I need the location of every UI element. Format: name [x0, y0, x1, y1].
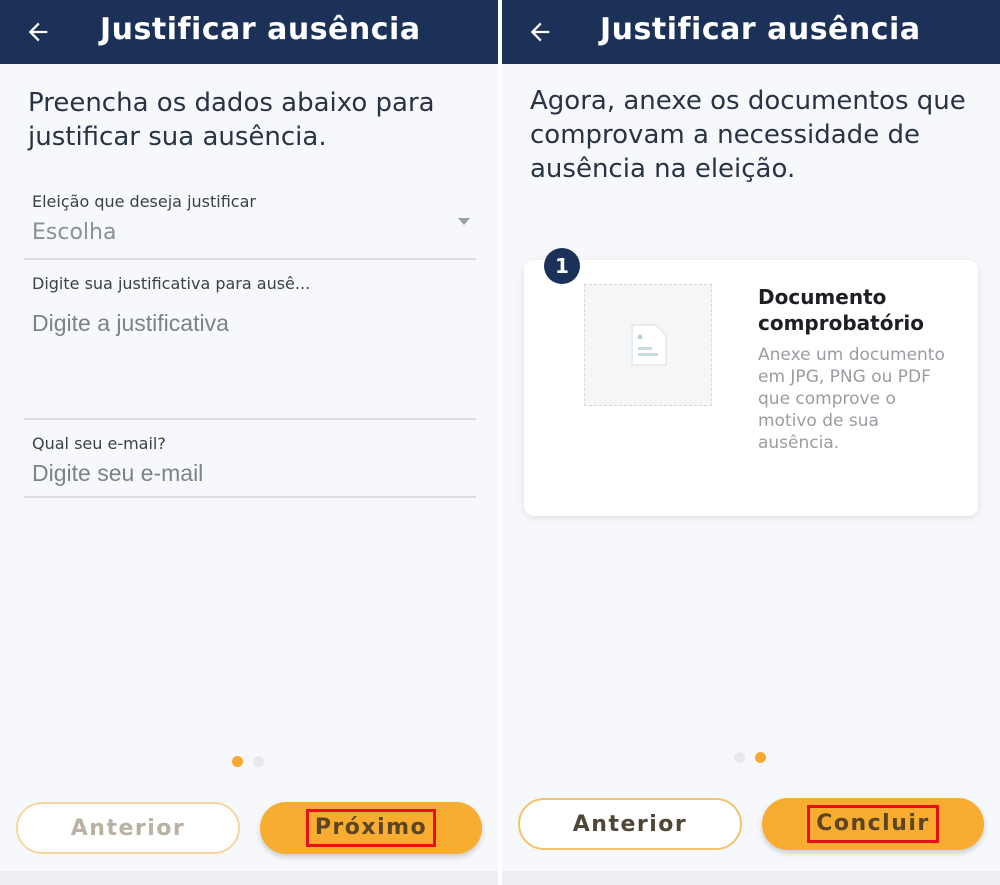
app-bar: Justificar ausência: [0, 0, 498, 64]
back-arrow-icon[interactable]: [526, 18, 554, 46]
page-dot-1: [232, 756, 243, 767]
intro-text: Agora, anexe os documentos que comprovam…: [530, 86, 966, 184]
previous-button[interactable]: Anterior: [518, 798, 742, 850]
document-card: Documento comprobatório Anexe um documen…: [524, 260, 978, 516]
justification-label: Digite sua justificativa para ausê...: [32, 274, 311, 293]
page-dot-2: [253, 756, 264, 767]
step-number-badge: 1: [544, 248, 580, 284]
page-title: Justificar ausência: [100, 12, 421, 47]
back-arrow-icon[interactable]: [24, 18, 52, 46]
document-upload-area[interactable]: [584, 284, 712, 406]
election-select[interactable]: Eleição que deseja justificar Escolha: [24, 186, 476, 260]
election-value: Escolha: [32, 220, 117, 245]
document-title: Documento comprobatório: [758, 285, 924, 335]
pagination-dots: [232, 756, 264, 767]
screen-step-2: Justificar ausência Agora, anexe os docu…: [502, 0, 1000, 885]
document-description: Anexe um documento em JPG, PNG ou PDF qu…: [758, 345, 945, 453]
intro-text: Preencha os dados abaixo para justificar…: [28, 88, 435, 152]
app-bar: Justificar ausência: [502, 0, 1000, 64]
justification-input[interactable]: [32, 308, 452, 338]
email-input[interactable]: [32, 458, 452, 488]
dropdown-caret-icon: [458, 218, 470, 225]
previous-button-label: Anterior: [70, 815, 186, 841]
previous-button-label: Anterior: [572, 811, 688, 837]
next-button-label: Próximo: [305, 809, 437, 847]
document-icon: [631, 324, 667, 366]
election-label: Eleição que deseja justificar: [32, 192, 256, 211]
page-title: Justificar ausência: [600, 12, 921, 47]
finish-button[interactable]: Concluir: [762, 798, 984, 850]
next-button[interactable]: Próximo: [260, 802, 482, 854]
finish-button-label: Concluir: [807, 805, 939, 843]
pagination-dots: [734, 752, 766, 763]
email-label: Qual seu e-mail?: [32, 434, 166, 453]
nav-strip: [502, 871, 1000, 885]
email-field[interactable]: Qual seu e-mail?: [24, 418, 476, 498]
page-dot-1: [734, 752, 745, 763]
nav-strip: [0, 871, 498, 885]
previous-button[interactable]: Anterior: [16, 802, 240, 854]
screen-step-1: Justificar ausência Preencha os dados ab…: [0, 0, 498, 885]
justification-field[interactable]: Digite sua justificativa para ausê...: [24, 258, 476, 420]
page-dot-2: [755, 752, 766, 763]
